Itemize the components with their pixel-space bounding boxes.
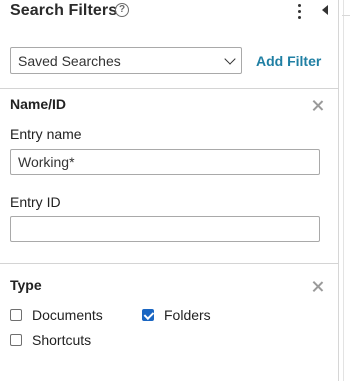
- checkbox-label: Documents: [32, 307, 103, 323]
- saved-searches-value: Saved Searches: [18, 53, 121, 69]
- checkbox-label: Shortcuts: [32, 332, 92, 348]
- edge-line: [343, 0, 344, 381]
- checkbox-box[interactable]: [10, 309, 22, 321]
- panel-header: Search Filters ?: [0, 0, 339, 24]
- add-filter-link[interactable]: Add Filter: [256, 53, 321, 69]
- panel-edge: [339, 0, 350, 381]
- collapse-left-icon[interactable]: [322, 5, 328, 15]
- entry-name-label: Entry name: [10, 126, 82, 142]
- edge-notch: [342, 15, 350, 16]
- checkbox-shortcuts[interactable]: Shortcuts: [10, 331, 91, 349]
- checkbox-folders[interactable]: Folders: [142, 306, 211, 324]
- close-icon[interactable]: [312, 281, 323, 292]
- entry-id-input[interactable]: [10, 216, 320, 242]
- entry-id-label: Entry ID: [10, 194, 61, 210]
- divider: [0, 88, 339, 89]
- entry-name-input[interactable]: [10, 149, 320, 175]
- help-icon[interactable]: ?: [115, 3, 129, 17]
- kebab-menu-icon[interactable]: [296, 3, 304, 19]
- checkbox-documents[interactable]: Documents: [10, 306, 103, 324]
- search-filters-panel: Search Filters ? Saved Searches Add Filt…: [0, 0, 339, 381]
- panel-title: Search Filters: [10, 2, 118, 19]
- section-title-type: Type: [10, 277, 42, 293]
- chevron-down-icon: [224, 53, 236, 65]
- divider: [0, 263, 339, 264]
- close-icon[interactable]: [312, 100, 323, 111]
- checkbox-label: Folders: [164, 307, 211, 323]
- section-title-name-id: Name/ID: [10, 96, 67, 112]
- checkbox-box[interactable]: [142, 309, 154, 321]
- checkbox-box[interactable]: [10, 334, 22, 346]
- saved-searches-select[interactable]: Saved Searches: [10, 47, 242, 74]
